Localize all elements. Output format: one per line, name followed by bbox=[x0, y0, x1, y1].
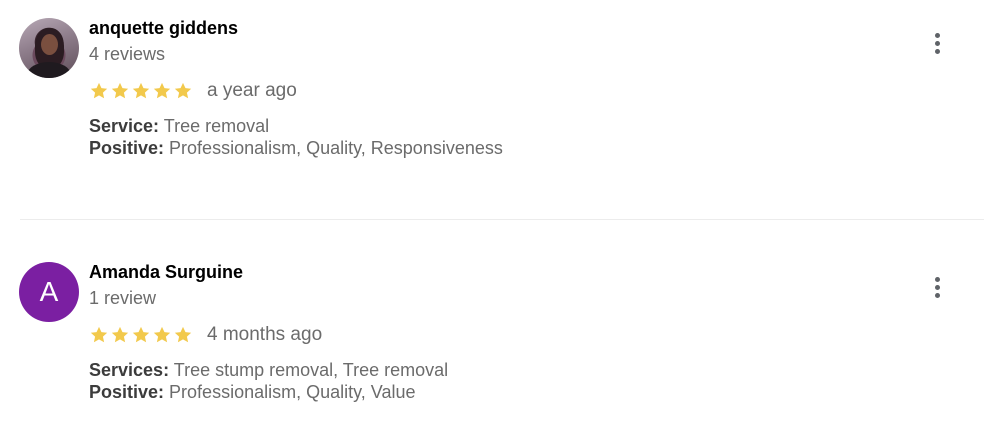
positive-label: Positive: bbox=[89, 382, 165, 402]
star-icon bbox=[153, 326, 171, 343]
service-value: Tree removal bbox=[163, 116, 270, 136]
avatar-photo-face bbox=[41, 34, 58, 55]
star-icon bbox=[132, 82, 150, 99]
star-icon bbox=[174, 82, 192, 99]
service-label: Services: bbox=[89, 360, 170, 380]
positive-value: Professionalism, Quality, Value bbox=[169, 382, 416, 402]
rating-row: a year ago bbox=[89, 78, 297, 104]
service-label: Service: bbox=[89, 116, 160, 136]
service-value: Tree stump removal, Tree removal bbox=[173, 360, 449, 380]
menu-dot bbox=[934, 284, 940, 290]
reviewer-avatar[interactable] bbox=[19, 18, 79, 78]
reviewer-avatar[interactable]: A bbox=[19, 262, 79, 322]
menu-dot bbox=[934, 292, 940, 298]
positive-line: Positive: Professionalism, Quality, Valu… bbox=[89, 382, 415, 403]
reviewer-review-count[interactable]: 1 review bbox=[89, 288, 156, 309]
avatar-photo-shoulders bbox=[27, 62, 71, 78]
more-vert-icon[interactable] bbox=[926, 274, 948, 300]
review-time: 4 months ago bbox=[207, 324, 323, 345]
star-icon bbox=[153, 82, 171, 99]
service-line: Services: Tree stump removal, Tree remov… bbox=[89, 360, 448, 381]
reviewer-name[interactable]: anquette giddens bbox=[89, 18, 238, 39]
star-rating bbox=[89, 325, 193, 345]
rating-row: 4 months ago bbox=[89, 322, 322, 348]
star-icon bbox=[90, 326, 108, 343]
star-icon bbox=[132, 326, 150, 343]
service-line: Service: Tree removal bbox=[89, 116, 269, 137]
menu-dot bbox=[934, 276, 940, 282]
star-icon bbox=[174, 326, 192, 343]
positive-value: Professionalism, Quality, Responsiveness bbox=[169, 138, 503, 158]
star-rating bbox=[89, 81, 193, 101]
review-divider bbox=[20, 219, 984, 220]
star-icon bbox=[111, 326, 129, 343]
menu-dot bbox=[934, 40, 940, 46]
positive-label: Positive: bbox=[89, 138, 165, 158]
reviewer-name[interactable]: Amanda Surguine bbox=[89, 262, 243, 283]
menu-dot bbox=[934, 32, 940, 38]
menu-dot bbox=[934, 48, 940, 54]
review-time: a year ago bbox=[207, 80, 297, 101]
more-vert-icon[interactable] bbox=[926, 30, 948, 56]
star-icon bbox=[90, 82, 108, 99]
positive-line: Positive: Professionalism, Quality, Resp… bbox=[89, 138, 503, 159]
reviewer-review-count[interactable]: 4 reviews bbox=[89, 44, 165, 65]
star-icon bbox=[111, 82, 129, 99]
